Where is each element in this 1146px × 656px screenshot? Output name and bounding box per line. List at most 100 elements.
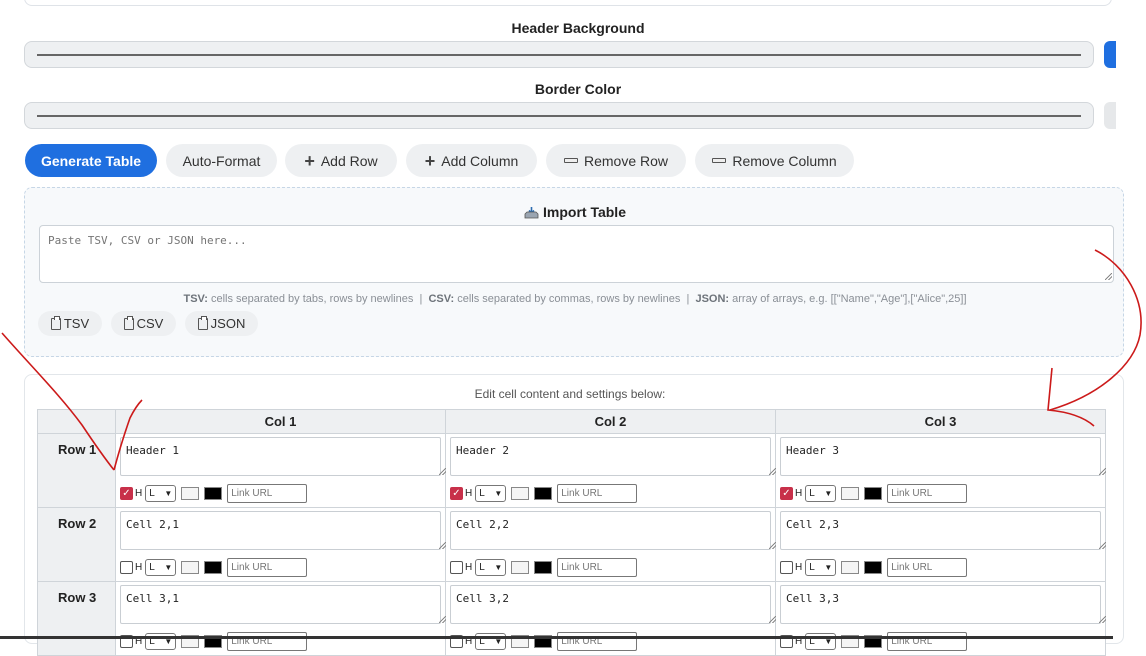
header-checkbox-label: H	[795, 488, 803, 499]
align-select[interactable]: L ▼	[475, 485, 507, 502]
cell-background-swatch[interactable]	[511, 561, 530, 574]
header-checkbox-label: H	[465, 488, 473, 499]
link-url-input[interactable]	[227, 632, 308, 651]
import-json-button[interactable]: JSON	[185, 311, 258, 336]
header-checkbox-label: H	[795, 562, 803, 573]
minus-icon	[563, 158, 578, 163]
link-url-input[interactable]	[887, 632, 968, 651]
align-select[interactable]: L ▼	[145, 485, 177, 502]
import-csv-label: CSV	[136, 316, 164, 331]
cell-background-swatch[interactable]	[511, 487, 530, 500]
border-color-side-button[interactable]	[1104, 102, 1116, 129]
header-background-label: Header Background	[511, 20, 645, 36]
resize-grip-icon[interactable]	[1099, 542, 1106, 549]
chevron-down-icon: ▼	[494, 489, 503, 498]
table-cell: Cell 3,3 H L ▼	[775, 581, 1106, 656]
import-json-label: JSON	[210, 316, 246, 331]
align-select[interactable]: L ▼	[475, 559, 507, 576]
cell-content-input[interactable]: Header 1	[120, 437, 441, 476]
header-checkbox[interactable]	[120, 561, 133, 574]
link-url-input[interactable]	[227, 558, 308, 577]
resize-grip-icon[interactable]	[1099, 616, 1106, 623]
header-checkbox[interactable]	[780, 561, 793, 574]
help-csv-text: cells separated by commas, rows by newli…	[457, 293, 681, 305]
cell-controls: H L ▼	[780, 632, 968, 651]
cell-content-input[interactable]: Cell 2,3	[780, 511, 1101, 550]
corner-cell	[37, 409, 116, 434]
remove-row-button[interactable]: Remove Row	[546, 144, 686, 177]
header-background-side-button[interactable]	[1104, 41, 1116, 68]
table-cell: Cell 2,1 H L ▼	[115, 507, 446, 582]
cell-controls: ✓ H L ▼	[780, 484, 968, 503]
chevron-down-icon: ▼	[494, 563, 503, 572]
remove-column-label: Remove Column	[732, 152, 837, 169]
resize-grip-icon[interactable]	[1099, 468, 1106, 475]
table-cell: Cell 2,2 H L ▼	[445, 507, 776, 582]
cell-content-input[interactable]: Cell 3,1	[120, 585, 441, 624]
align-select-value: L	[149, 488, 155, 499]
cell-content-input[interactable]: Header 3	[780, 437, 1101, 476]
add-column-button[interactable]: + Add Column	[406, 144, 537, 177]
cell-content-input[interactable]: Header 2	[450, 437, 771, 476]
help-csv-label: CSV:	[428, 293, 455, 305]
chevron-down-icon: ▼	[164, 563, 173, 572]
resize-grip-icon[interactable]	[1105, 273, 1112, 280]
generate-table-button[interactable]: Generate Table	[25, 144, 157, 177]
text-color-swatch[interactable]	[534, 487, 553, 500]
cell-background-swatch[interactable]	[841, 561, 860, 574]
cell-controls: H L ▼	[450, 558, 638, 577]
remove-column-button[interactable]: Remove Column	[695, 144, 854, 177]
text-color-swatch[interactable]	[204, 487, 223, 500]
table-cell: Cell 2,3 H L ▼	[775, 507, 1106, 582]
import-textarea[interactable]	[39, 225, 1114, 283]
cell-controls: ✓ H L ▼	[450, 484, 638, 503]
header-checkbox[interactable]: ✓	[780, 487, 793, 500]
import-panel: Import Table TSV: cells separated by tab…	[24, 187, 1124, 357]
text-color-swatch[interactable]	[864, 561, 883, 574]
help-json-text: array of arrays, e.g. [["Name","Age"],["…	[732, 293, 967, 305]
header-checkbox[interactable]	[450, 561, 463, 574]
header-checkbox[interactable]: ✓	[120, 487, 133, 500]
table-row: Row 2Cell 2,1HL▼Cell 2,2HL▼Cell 2,3HL▼	[37, 507, 1106, 582]
import-tsv-label: TSV	[63, 316, 90, 331]
help-tsv-text: cells separated by tabs, rows by newline…	[210, 293, 414, 305]
align-select[interactable]: L ▼	[805, 559, 837, 576]
cell-background-swatch[interactable]	[181, 487, 200, 500]
link-url-input[interactable]	[557, 632, 638, 651]
text-color-swatch[interactable]	[534, 561, 553, 574]
cell-content-input[interactable]: Cell 3,2	[450, 585, 771, 624]
link-url-input[interactable]	[557, 484, 638, 503]
chevron-down-icon: ▼	[824, 563, 833, 572]
import-csv-button[interactable]: CSV	[111, 311, 176, 336]
table-cell: Header 3 ✓ H L ▼	[775, 433, 1106, 508]
cell-content-input[interactable]: Cell 3,3	[780, 585, 1101, 624]
table-row: Row 3Cell 3,1 HL▼ Cell 3,2 HL▼ Cell 3,3 HL▼	[37, 581, 1106, 656]
header-checkbox-label: H	[135, 488, 143, 499]
link-url-input[interactable]	[887, 558, 968, 577]
add-column-label: Add Column	[441, 152, 519, 169]
header-background-color-input[interactable]	[24, 41, 1094, 68]
auto-format-label: Auto-Format	[182, 152, 261, 169]
add-row-button[interactable]: + Add Row	[285, 144, 397, 177]
link-url-input[interactable]	[557, 558, 638, 577]
auto-format-button[interactable]: Auto-Format	[166, 144, 277, 177]
link-url-input[interactable]	[227, 484, 308, 503]
header-checkbox[interactable]: ✓	[450, 487, 463, 500]
cell-background-swatch[interactable]	[181, 561, 200, 574]
clipboard-icon	[50, 315, 61, 330]
cell-content-input[interactable]: Cell 2,1	[120, 511, 441, 550]
align-select[interactable]: L ▼	[145, 559, 177, 576]
link-url-input[interactable]	[887, 484, 968, 503]
cell-editor-table: Col 1 Col 2 Col 3 Row 1Header 1✓HL▼Heade…	[37, 409, 1106, 656]
border-color-input[interactable]	[24, 102, 1094, 129]
column-header: Col 1	[115, 409, 446, 434]
text-color-swatch[interactable]	[864, 487, 883, 500]
plus-icon: +	[424, 150, 436, 171]
text-color-swatch[interactable]	[204, 561, 223, 574]
align-select-value: L	[149, 562, 155, 573]
cell-background-swatch[interactable]	[841, 487, 860, 500]
cell-content-input[interactable]: Cell 2,2	[450, 511, 771, 550]
import-tray-icon	[524, 206, 539, 222]
align-select[interactable]: L ▼	[805, 485, 837, 502]
import-tsv-button[interactable]: TSV	[38, 311, 102, 336]
